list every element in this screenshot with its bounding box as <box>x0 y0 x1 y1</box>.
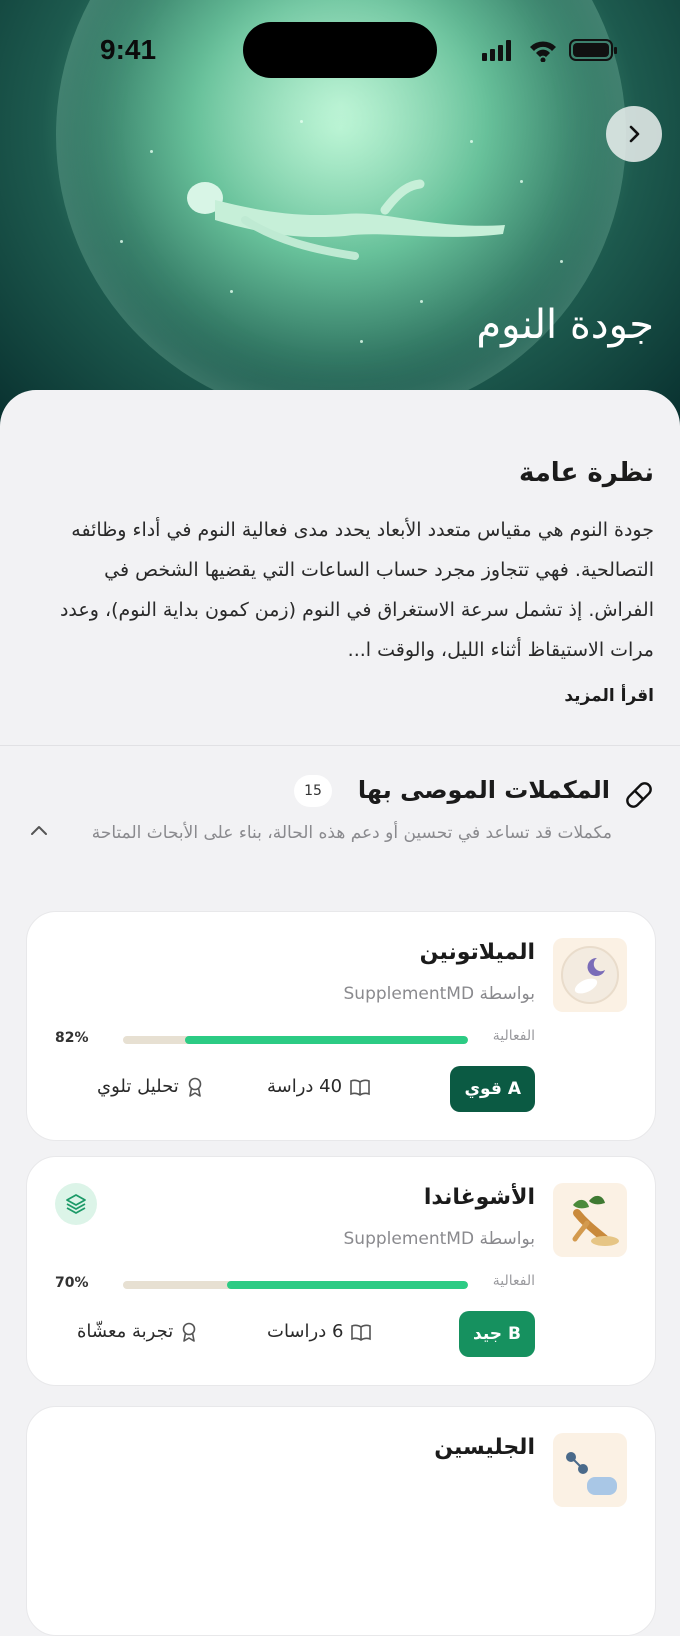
count-badge: 15 <box>294 775 332 807</box>
moon-pill-icon <box>561 946 619 1004</box>
supplement-name: الأشوغاندا <box>423 1185 535 1210</box>
grade-letter: A <box>507 1079 521 1099</box>
wifi-icon <box>530 41 556 62</box>
grade-label: جيد <box>473 1324 503 1344</box>
grade-label: قوي <box>464 1079 502 1099</box>
supplement-name: الجليسين <box>434 1435 535 1460</box>
supplement-source: بواسطة SupplementMD <box>343 984 536 1004</box>
star <box>420 300 423 303</box>
melatonin-thumbnail <box>553 938 627 1012</box>
effectiveness-fill <box>226 1281 468 1289</box>
studies-count: 6 دراسات <box>267 1321 372 1342</box>
signal-icon <box>482 40 511 61</box>
effectiveness-bar <box>123 1036 468 1044</box>
evidence-type: تجربة معشّاة <box>77 1321 197 1342</box>
floating-figure-illustration <box>187 179 505 260</box>
root-herb-icon <box>572 1195 619 1246</box>
star <box>150 150 153 153</box>
effectiveness-bar <box>123 1281 468 1289</box>
studies-count: 40 دراسة <box>267 1076 370 1097</box>
grade-letter: B <box>508 1324 521 1344</box>
star <box>560 260 563 263</box>
supplement-name: الميلاتونين <box>419 940 535 965</box>
glycine-thumbnail <box>553 1433 627 1507</box>
effectiveness-label: الفعالية <box>492 1028 535 1044</box>
effectiveness-percent: 70% <box>55 1275 89 1291</box>
status-bar: 9:41 <box>0 0 680 100</box>
dynamic-island <box>243 22 437 78</box>
star <box>470 140 473 143</box>
effectiveness-label: الفعالية <box>492 1273 535 1289</box>
evidence-type: تحليل تلوي <box>97 1076 203 1097</box>
supplement-source: بواسطة SupplementMD <box>343 1229 536 1249</box>
studies-text: 40 دراسة <box>267 1076 343 1097</box>
hero-banner: 9:41 جودة النوم <box>0 0 680 430</box>
recommended-title: المكملات الموصى بها <box>357 776 610 804</box>
book-icon <box>350 1079 370 1096</box>
battery-icon <box>569 39 617 61</box>
read-more-link[interactable]: اقرأ المزيد <box>564 686 654 706</box>
star <box>360 340 363 343</box>
status-icons <box>482 39 617 62</box>
content-sheet: نظرة عامة جودة النوم هي مقياس متعدد الأب… <box>0 390 680 1636</box>
evidence-text: تجربة معشّاة <box>77 1321 174 1342</box>
layers-icon <box>66 1194 86 1214</box>
star <box>300 120 303 123</box>
effectiveness-percent: 82% <box>55 1030 89 1046</box>
ashwagandha-thumbnail <box>553 1183 627 1257</box>
star <box>120 240 123 243</box>
pill-icon <box>626 782 652 808</box>
page-title: جودة النوم <box>476 302 654 348</box>
studies-text: 6 دراسات <box>267 1321 344 1342</box>
layers-badge[interactable] <box>55 1183 97 1225</box>
divider <box>0 745 680 746</box>
supplement-card[interactable]: الميلاتونين بواسطة SupplementMD الفعالية… <box>26 911 656 1141</box>
effectiveness-fill <box>185 1036 468 1044</box>
recommended-subtitle: مكملات قد تساعد في تحسين أو دعم هذه الحا… <box>91 823 612 843</box>
evidence-text: تحليل تلوي <box>97 1076 179 1097</box>
next-button[interactable] <box>606 106 662 162</box>
award-icon <box>182 1322 196 1342</box>
overview-title: نظرة عامة <box>518 458 654 488</box>
supplement-card[interactable]: الأشوغاندا بواسطة SupplementMD الفعالية … <box>26 1156 656 1386</box>
award-icon <box>188 1077 202 1097</box>
chevron-up-icon[interactable] <box>28 820 50 842</box>
book-icon <box>351 1324 372 1341</box>
grade-badge: B جيد <box>459 1311 535 1357</box>
star <box>520 180 523 183</box>
supplement-card[interactable]: الجليسين <box>26 1406 656 1636</box>
chevron-right-icon <box>629 125 640 143</box>
grade-badge: A قوي <box>450 1066 535 1112</box>
overview-text: جودة النوم هي مقياس متعدد الأبعاد يحدد م… <box>59 519 654 661</box>
star <box>230 290 233 293</box>
status-time: 9:41 <box>100 34 157 65</box>
molecule-icon <box>566 1452 617 1495</box>
